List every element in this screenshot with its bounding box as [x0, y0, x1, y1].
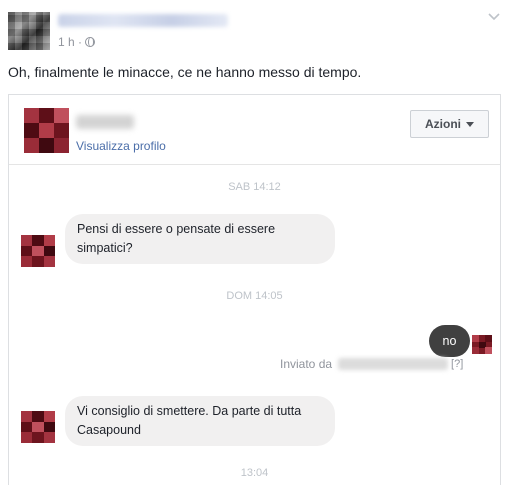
contact-name-redacted	[76, 115, 134, 129]
sent-by-info: Inviato da [?]	[280, 357, 463, 371]
own-avatar-small	[472, 335, 492, 354]
sent-by-label: Inviato da	[280, 357, 333, 371]
post-text: Oh, finalmente le minacce, ce ne hanno m…	[8, 64, 362, 80]
contact-avatar-small	[21, 411, 55, 443]
author-avatar[interactable]	[8, 12, 50, 50]
author-name-redacted[interactable]	[58, 14, 228, 27]
chat-screenshot: Visualizza profilo Azioni SAB 14:12 Pens…	[8, 94, 501, 485]
actions-button[interactable]: Azioni	[410, 110, 489, 138]
caret-down-icon	[466, 121, 474, 127]
actions-label: Azioni	[425, 117, 461, 131]
view-profile-link[interactable]: Visualizza profilo	[76, 139, 166, 153]
timestamp: DOM 14:05	[226, 290, 283, 302]
timestamp: 13:04	[240, 467, 269, 479]
contact-avatar-small	[21, 235, 55, 267]
globe-icon	[85, 37, 96, 47]
sender-name-redacted	[338, 358, 449, 370]
message-bubble-incoming: Vi consiglio di smettere. Da parte di tu…	[65, 396, 335, 446]
message-bubble-incoming: Pensi di essere o pensate di essere simp…	[65, 214, 335, 264]
chat-header: Visualizza profilo Azioni	[9, 95, 500, 165]
post-meta: 1 h ·	[58, 35, 96, 49]
post-time[interactable]: 1 h ·	[58, 35, 82, 49]
chevron-down-icon[interactable]	[486, 8, 502, 24]
message-bubble-outgoing: no	[429, 325, 470, 357]
help-link[interactable]: [?]	[451, 358, 463, 370]
contact-avatar	[24, 108, 69, 153]
timestamp: SAB 14:12	[228, 181, 281, 193]
post-header: 1 h ·	[0, 0, 510, 60]
